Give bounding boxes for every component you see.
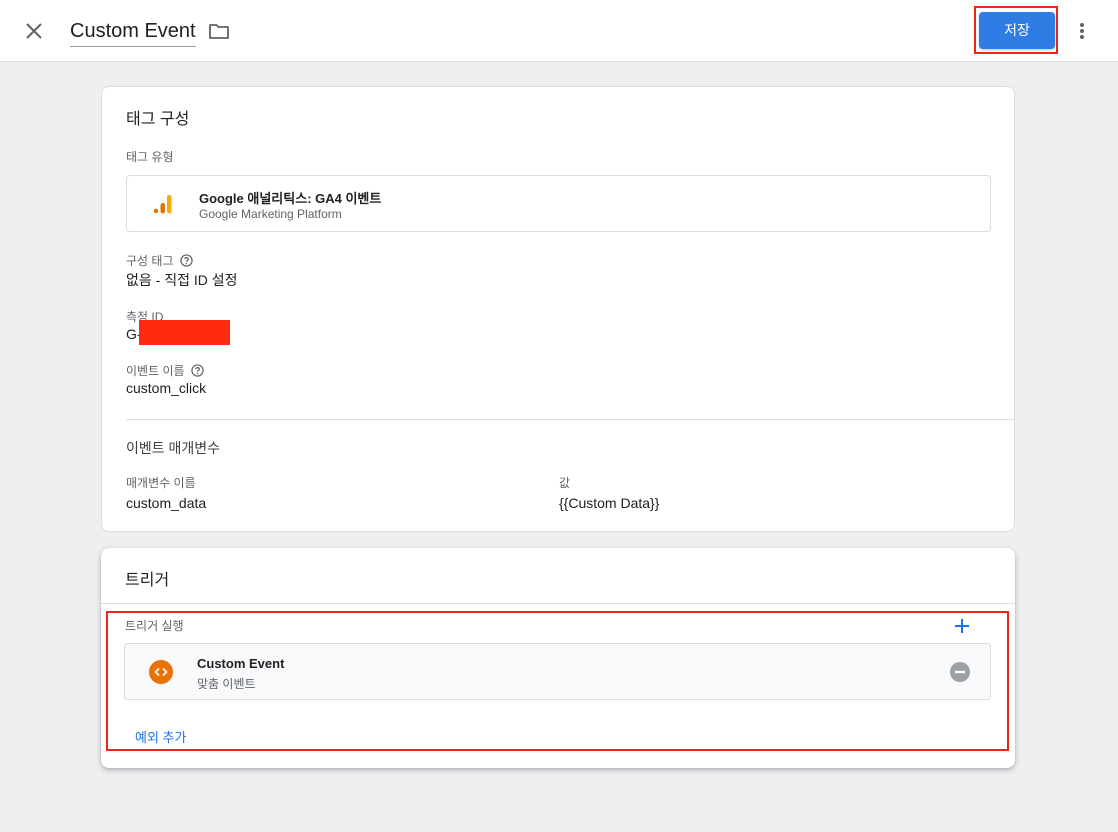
remove-circle-icon[interactable] (950, 662, 970, 682)
event-params-title: 이벤트 매개변수 (126, 440, 221, 456)
analytics-icon (151, 192, 175, 216)
add-exception-link[interactable]: 예외 추가 (135, 727, 186, 746)
folder-icon[interactable] (207, 19, 231, 43)
top-bar: Custom Event 저장 (0, 0, 1118, 62)
param-name-header: 매개변수 이름 (126, 476, 196, 490)
triggers-title: 트리거 (125, 572, 170, 589)
triggering-card: 트리거 트리거 실행 Custom Event 맞춤 이벤트 예외 추가 (101, 548, 1015, 768)
tag-type-name: Google 애널리틱스: GA4 이벤트 (199, 191, 382, 206)
tag-type-label: 태그 유형 (126, 150, 174, 164)
config-tag-label: 구성 태그 (126, 252, 193, 269)
trigger-item[interactable]: Custom Event 맞춤 이벤트 (124, 643, 991, 700)
event-name-label-text: 이벤트 이름 (126, 364, 185, 378)
tag-configuration-card[interactable]: 태그 구성 태그 유형 Google 애널리틱스: GA4 이벤트 Google… (101, 86, 1015, 532)
tag-title[interactable]: Custom Event (70, 19, 196, 47)
help-icon[interactable] (179, 254, 193, 267)
param-value-header: 값 (559, 476, 571, 490)
event-name-label: 이벤트 이름 (126, 362, 204, 379)
plus-icon[interactable] (952, 616, 972, 636)
config-tag-value: 없음 - 직접 ID 설정 (126, 272, 238, 288)
trigger-name: Custom Event (197, 656, 285, 671)
trigger-type: 맞춤 이벤트 (197, 677, 256, 691)
config-tag-label-text: 구성 태그 (126, 254, 174, 268)
close-icon[interactable] (22, 19, 46, 43)
section-divider (101, 603, 1015, 604)
tag-type-subtitle: Google Marketing Platform (199, 207, 342, 221)
event-name-value: custom_click (126, 380, 207, 396)
more-vert-icon[interactable] (1070, 19, 1094, 43)
code-icon (149, 660, 173, 684)
param-value-cell: {{Custom Data}} (559, 495, 660, 511)
tag-config-title: 태그 구성 (126, 111, 190, 128)
save-button[interactable]: 저장 (979, 12, 1055, 49)
param-name-cell: custom_data (126, 495, 207, 511)
redacted-measurement-id (139, 320, 230, 345)
tag-type-selector[interactable]: Google 애널리틱스: GA4 이벤트 Google Marketing P… (126, 175, 991, 232)
firing-triggers-label: 트리거 실행 (125, 619, 184, 633)
section-divider (126, 419, 1014, 420)
help-icon[interactable] (190, 364, 204, 377)
